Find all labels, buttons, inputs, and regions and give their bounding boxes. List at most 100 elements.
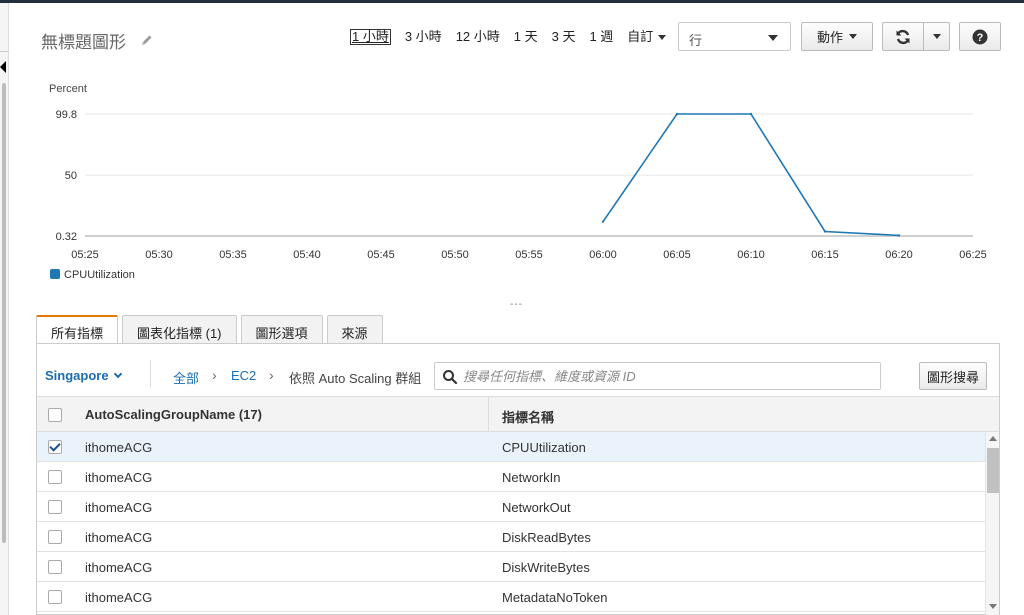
x-tick-label: 05:30	[145, 249, 173, 261]
view-type-select[interactable]: 行	[678, 22, 791, 51]
help-button[interactable]: ?	[959, 22, 1001, 51]
x-tick-label: 06:10	[737, 249, 765, 261]
resize-handle[interactable]: ---	[510, 299, 523, 310]
actions-button[interactable]: 動作	[801, 22, 873, 51]
metrics-toolbar: Singapore 全部 › EC2 › 依照 Auto Scaling 群組 …	[37, 356, 999, 396]
metric-search-box	[434, 362, 881, 390]
x-tick-label: 05:25	[71, 249, 99, 261]
metrics-panel: Singapore 全部 › EC2 › 依照 Auto Scaling 群組 …	[36, 343, 1000, 615]
table-body: ithomeACG CPUUtilization ithomeACG Netwo…	[37, 432, 985, 612]
y-tick-label: 50	[65, 170, 77, 182]
cell-metric: DiskWriteBytes	[502, 560, 590, 575]
table-row[interactable]: ithomeACG DiskReadBytes	[37, 522, 985, 552]
refresh-options-button[interactable]	[923, 22, 950, 51]
x-tick-label: 05:45	[367, 249, 395, 261]
table-scrollbar[interactable]	[985, 432, 999, 615]
range-1d[interactable]: 1 天	[514, 28, 538, 46]
table-row[interactable]: ithomeACG MetadataNoToken	[37, 582, 985, 612]
help-icon: ?	[972, 29, 988, 44]
tab-source[interactable]: 來源	[326, 315, 383, 344]
data-point	[749, 112, 753, 116]
search-icon	[443, 370, 458, 385]
x-tick-label: 05:50	[441, 249, 469, 261]
chevron-down-icon	[113, 369, 122, 379]
top-border	[0, 0, 1024, 3]
column-header-group[interactable]: AutoScalingGroupName (17)	[85, 407, 262, 422]
tab-graph-options[interactable]: 圖形選項	[240, 315, 323, 344]
breadcrumb-ec2[interactable]: EC2	[231, 368, 256, 383]
actions-label: 動作	[816, 30, 843, 45]
x-tick-label: 06:20	[885, 249, 913, 261]
region-selector[interactable]: Singapore	[45, 368, 122, 383]
tab-graphed-metrics[interactable]: 圖表化指標 (1)	[122, 315, 237, 344]
graph-search-button[interactable]: 圖形搜尋	[919, 362, 987, 390]
range-1h[interactable]: 1 小時	[350, 29, 391, 45]
refresh-button[interactable]	[882, 22, 924, 51]
x-tick-label: 05:55	[515, 249, 543, 261]
caret-down-icon	[658, 35, 667, 41]
x-tick-label: 06:15	[811, 249, 839, 261]
scroll-up-icon[interactable]	[989, 436, 997, 441]
rail-divider	[0, 51, 9, 52]
table-row[interactable]: ithomeACG CPUUtilization	[37, 432, 985, 462]
cell-group: ithomeACG	[85, 440, 153, 455]
metric-search-input[interactable]	[463, 367, 873, 385]
select-all-checkbox[interactable]	[48, 408, 62, 422]
table-row[interactable]: ithomeACG NetworkIn	[37, 462, 985, 492]
x-tick-label: 06:00	[589, 249, 617, 261]
breadcrumb-current: 依照 Auto Scaling 群組	[289, 371, 422, 386]
pencil-icon[interactable]	[140, 33, 154, 47]
row-checkbox[interactable]	[48, 470, 62, 484]
help-glyph: ?	[977, 32, 984, 44]
breadcrumb-all[interactable]: 全部	[173, 368, 199, 387]
x-tick-label: 05:35	[219, 249, 247, 261]
range-3d[interactable]: 3 天	[552, 28, 576, 46]
column-divider	[488, 397, 489, 433]
row-checkbox[interactable]	[48, 530, 62, 544]
refresh-icon	[896, 29, 910, 44]
cell-group: ithomeACG	[85, 560, 153, 575]
time-range-bar: 1 小時 3 小時 12 小時 1 天 3 天 1 週 自訂	[350, 28, 680, 46]
table-header: AutoScalingGroupName (17) 指標名稱	[37, 396, 999, 433]
caret-down-icon	[768, 35, 778, 41]
scrollbar-thumb[interactable]	[987, 448, 999, 493]
range-custom[interactable]: 自訂	[627, 28, 667, 46]
metrics-table: AutoScalingGroupName (17) 指標名稱 ithomeACG…	[37, 396, 999, 615]
tab-all-metrics[interactable]: 所有指標	[36, 315, 119, 345]
row-checkbox[interactable]	[48, 440, 62, 454]
range-3h[interactable]: 3 小時	[405, 28, 442, 46]
x-tick-label: 05:40	[293, 249, 321, 261]
cell-metric: CPUUtilization	[502, 440, 586, 455]
data-point	[897, 234, 901, 237]
table-row[interactable]: ithomeACG NetworkOut	[37, 492, 985, 522]
x-tick-label: 06:25	[959, 249, 987, 261]
cell-group: ithomeACG	[85, 500, 153, 515]
scroll-down-icon[interactable]	[989, 604, 997, 609]
table-row[interactable]: ithomeACG DiskWriteBytes	[37, 552, 985, 582]
data-point	[823, 230, 827, 233]
y-tick-label: 99.8	[56, 109, 77, 121]
graph-title[interactable]: 無標題圖形	[41, 28, 126, 53]
row-checkbox[interactable]	[48, 590, 62, 604]
cell-metric: NetworkOut	[502, 500, 571, 515]
breadcrumb-separator: ›	[212, 367, 217, 383]
region-label: Singapore	[45, 368, 109, 383]
breadcrumb-separator: ›	[269, 367, 274, 383]
legend-swatch	[50, 269, 60, 279]
row-checkbox[interactable]	[48, 500, 62, 514]
cell-metric: MetadataNoToken	[502, 590, 608, 605]
y-axis-label: Percent	[49, 83, 87, 95]
row-checkbox[interactable]	[48, 560, 62, 574]
range-12h[interactable]: 12 小時	[456, 28, 500, 46]
view-type-value: 行	[689, 33, 703, 48]
data-point	[601, 220, 605, 223]
cpu-chart: Percent 0.32 50 99.8 05:25 05:30 05:35 05:40 0…	[49, 83, 987, 281]
cell-metric: NetworkIn	[502, 470, 561, 485]
data-point	[675, 112, 679, 116]
column-header-metric[interactable]: 指標名稱	[502, 407, 554, 426]
legend-label[interactable]: CPUUtilization	[64, 269, 135, 281]
toolbar-divider	[150, 360, 151, 388]
cell-group: ithomeACG	[85, 530, 153, 545]
range-1w[interactable]: 1 週	[589, 28, 613, 46]
chart-area: Percent 0.32 50 99.8 05:25 05:30 05:35 05:40 0…	[0, 70, 1024, 310]
